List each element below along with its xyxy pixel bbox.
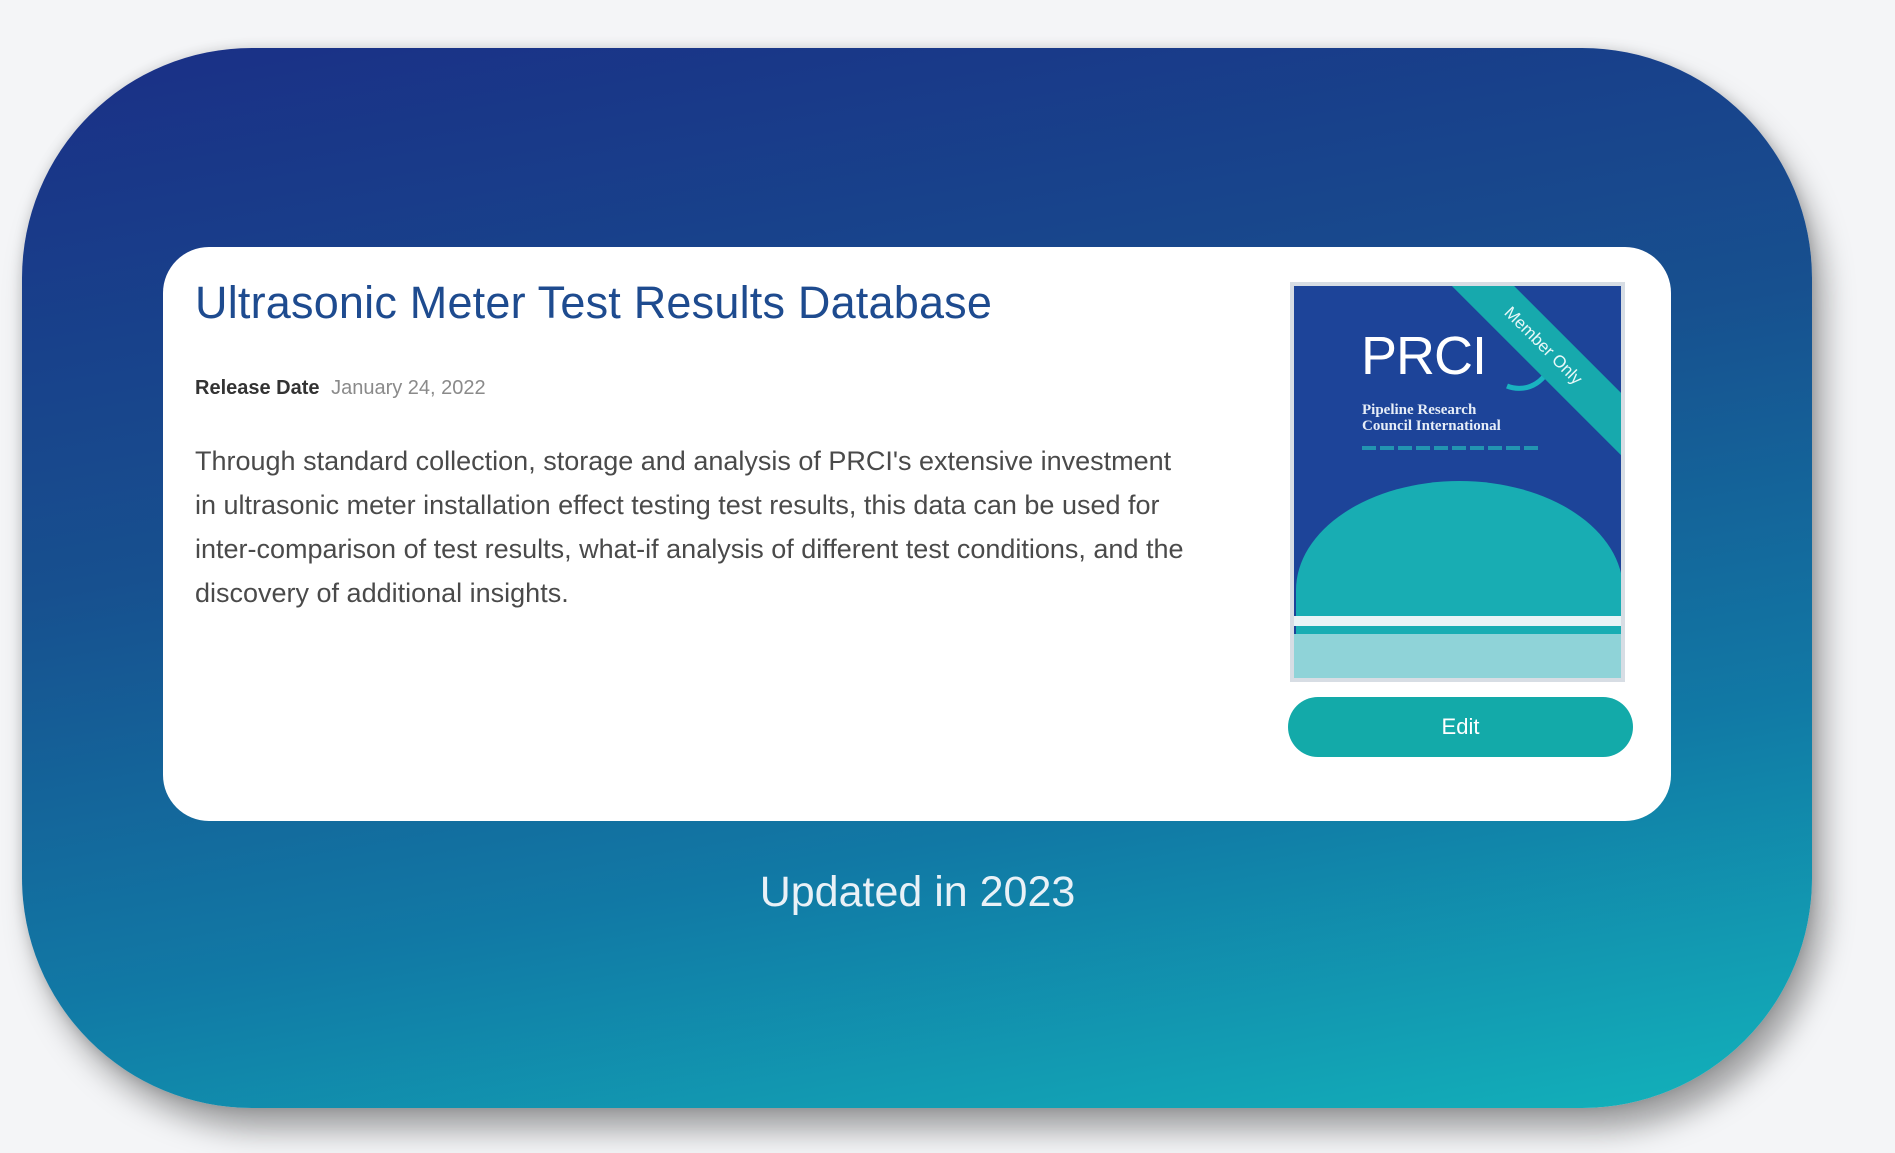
- release-info: Release Date January 24, 2022: [195, 377, 486, 400]
- resource-description: Through standard collection, storage and…: [195, 446, 1184, 608]
- cover-tagline: [1362, 446, 1542, 450]
- cover-stripe: [1294, 616, 1621, 626]
- resource-card: Ultrasonic Meter Test Results Database R…: [163, 247, 1671, 821]
- cover-thumbnail[interactable]: PRCI Pipeline Research Council Internati…: [1290, 282, 1625, 682]
- cover-stripe-light: [1294, 634, 1621, 678]
- edit-button[interactable]: Edit: [1288, 697, 1633, 757]
- updated-caption: Updated in 2023: [759, 868, 1076, 916]
- release-date-label: Release Date: [195, 377, 320, 399]
- slide: Ultrasonic Meter Test Results Database R…: [0, 0, 1895, 1153]
- resource-title[interactable]: Ultrasonic Meter Test Results Database: [195, 277, 992, 329]
- logo-text: PRCI: [1361, 326, 1486, 386]
- release-date-value: January 24, 2022: [331, 377, 486, 399]
- cover-org-name: Pipeline Research Council International: [1362, 402, 1501, 434]
